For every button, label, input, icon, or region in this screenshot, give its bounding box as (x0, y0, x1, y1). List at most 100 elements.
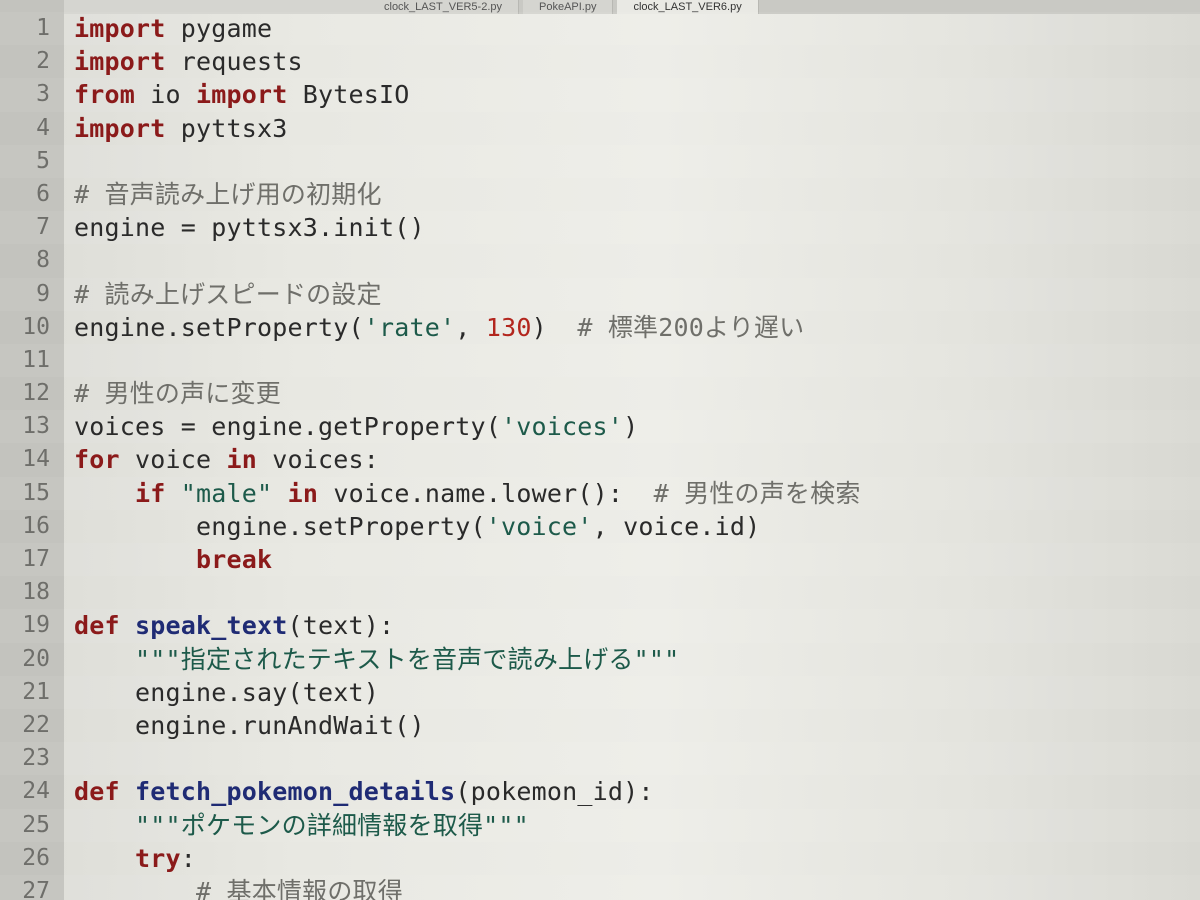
code-token: fetch_pokemon_details (135, 777, 456, 807)
code-line[interactable]: 14 for voice in voices: (0, 443, 1200, 476)
code-line[interactable]: 13 voices = engine.getProperty('voices') (0, 410, 1200, 444)
code-token: def (74, 777, 120, 807)
line-number: 1 (36, 15, 50, 41)
line-number: 9 (36, 280, 50, 307)
line-number: 13 (22, 413, 50, 440)
code-line[interactable]: 9 # 読み上げスピードの設定 (0, 277, 1200, 311)
line-number: 18 (22, 579, 50, 606)
line-number: 6 (36, 180, 50, 207)
code-line[interactable]: 1 import pygame (0, 12, 1200, 46)
code-token: "male" (180, 478, 273, 508)
code-line[interactable]: 8 (0, 244, 1200, 277)
code-text: engine.say(text) (74, 676, 379, 709)
code-token: if (135, 478, 166, 508)
code-line[interactable]: 7 engine = pyttsx3.init() (0, 211, 1200, 245)
code-line[interactable]: 22 engine.runAndWait() (0, 709, 1200, 742)
code-token: # 男性の声を検索 (653, 478, 861, 508)
code-line[interactable]: 6 # 音声読み上げ用の初期化 (0, 178, 1200, 211)
code-text: from io import BytesIO (74, 78, 410, 111)
code-text: # 基本情報の取得 (74, 875, 403, 900)
code-text: for voice in voices: (74, 443, 379, 476)
code-token: import (74, 14, 166, 43)
code-token: BytesIO (287, 80, 410, 110)
code-line[interactable]: 3 from io import BytesIO (0, 78, 1200, 112)
line-number: 16 (22, 512, 50, 539)
line-number: 23 (22, 745, 50, 772)
code-token: requests (165, 47, 303, 77)
code-text: # 読み上げスピードの設定 (74, 278, 382, 311)
code-token: ) (623, 412, 639, 442)
code-text: engine.runAndWait() (74, 709, 425, 742)
code-line[interactable]: 27 # 基本情報の取得 (0, 874, 1200, 900)
code-token: (text): (287, 611, 395, 641)
code-line[interactable]: 4 import pyttsx3 (0, 112, 1200, 145)
line-number: 14 (22, 446, 50, 473)
line-number: 25 (22, 811, 50, 838)
line-number: 10 (22, 313, 50, 340)
code-line[interactable]: 17 break (0, 543, 1200, 577)
code-token: speak_text (135, 611, 288, 641)
code-line[interactable]: 20 """指定されたテキストを音声で読み上げる""" (0, 643, 1200, 676)
code-token: # 読み上げスピードの設定 (74, 279, 382, 309)
code-line[interactable]: 12 # 男性の声に変更 (0, 377, 1200, 410)
code-token: , (455, 312, 486, 342)
code-line[interactable]: 19 def speak_text(text): (0, 609, 1200, 643)
code-text: import pyttsx3 (74, 112, 288, 145)
code-line[interactable]: 11 (0, 343, 1200, 378)
code-line[interactable]: 24 def fetch_pokemon_details(pokemon_id): (0, 775, 1200, 808)
line-number: 19 (22, 612, 50, 639)
code-text: def fetch_pokemon_details(pokemon_id): (74, 775, 654, 808)
code-token: engine.runAndWait() (135, 710, 425, 740)
line-number: 24 (22, 778, 50, 805)
code-token: in (287, 478, 319, 508)
code-token: 130 (485, 312, 532, 342)
code-editor[interactable]: clock_LAST_VER5-2.py PokeAPI.py clock_LAST… (0, 0, 1200, 900)
code-token: voices: (257, 445, 380, 475)
code-text: def speak_text(text): (74, 609, 394, 642)
code-text: if "male" in voice.name.lower(): # 男性の声を… (74, 477, 861, 510)
line-number: 11 (22, 346, 50, 373)
code-line[interactable]: 10 engine.setProperty('rate', 130) # 標準20… (0, 311, 1200, 344)
code-text: """ポケモンの詳細情報を取得""" (74, 809, 529, 842)
line-number: 17 (22, 546, 50, 572)
code-text: # 男性の声に変更 (74, 377, 281, 410)
code-text: """指定されたテキストを音声で読み上げる""" (74, 643, 679, 676)
line-number: 12 (22, 380, 50, 407)
line-number: 7 (36, 214, 50, 241)
code-token: pygame (165, 14, 273, 43)
line-number: 22 (22, 711, 50, 738)
code-text: # 音声読み上げ用の初期化 (74, 178, 382, 211)
code-line[interactable]: 18 (0, 576, 1200, 609)
code-token: voices = engine.getProperty( (74, 412, 502, 442)
code-text: import pygame (74, 12, 272, 45)
line-number: 8 (36, 247, 50, 274)
code-token: io (135, 80, 197, 110)
line-number: 2 (36, 48, 50, 75)
line-number: 26 (22, 844, 50, 871)
code-line[interactable]: 26 try: (0, 842, 1200, 875)
code-token: def (74, 611, 120, 641)
code-token: engine.setProperty( (196, 511, 486, 541)
code-token: # 基本情報の取得 (196, 876, 403, 900)
code-line[interactable]: 5 (0, 144, 1200, 178)
code-text: engine.setProperty('rate', 130) # 標準200よ… (74, 311, 804, 344)
code-token: voice (119, 445, 227, 475)
code-line[interactable]: 25 """ポケモンの詳細情報を取得""" (0, 808, 1200, 842)
line-number: 4 (36, 114, 50, 141)
code-line[interactable]: 23 (0, 742, 1200, 776)
code-text: import requests (74, 45, 303, 78)
code-line[interactable]: 15 if "male" in voice.name.lower(): # 男性… (0, 476, 1200, 510)
code-token: for (74, 445, 120, 475)
code-token: """指定されたテキストを音声で読み上げる""" (135, 644, 680, 674)
code-token: engine = pyttsx3.init() (74, 213, 425, 243)
code-area[interactable]: 1 import pygame 2 import requests 3 from io i… (0, 12, 1200, 900)
code-line[interactable]: 21 engine.say(text) (0, 675, 1200, 709)
code-token: """ポケモンの詳細情報を取得""" (135, 810, 529, 840)
code-text: engine = pyttsx3.init() (74, 211, 425, 244)
code-line[interactable]: 16 engine.setProperty('voice', voice.id) (0, 510, 1200, 543)
code-token: engine.say(text) (135, 677, 380, 707)
code-line[interactable]: 2 import requests (0, 45, 1200, 78)
